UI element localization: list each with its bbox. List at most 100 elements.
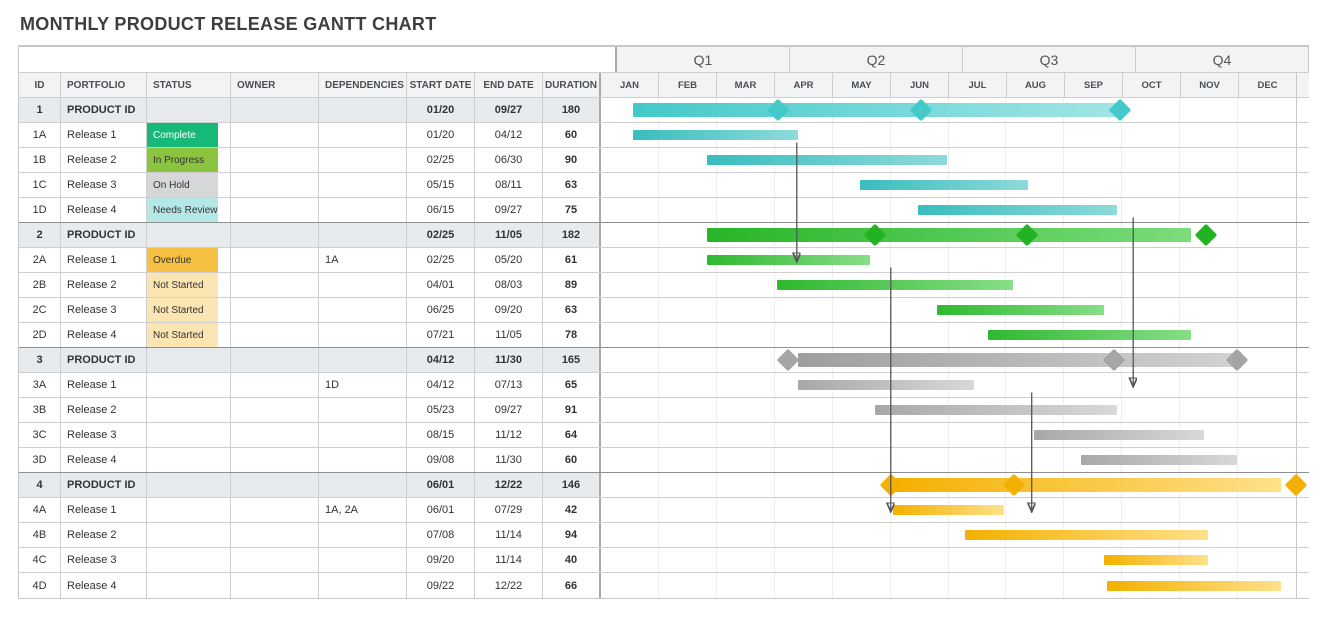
col-portfolio[interactable]: PORTFOLIO — [61, 73, 147, 97]
gantt-bar[interactable] — [937, 305, 1103, 315]
timeline-cell — [601, 323, 1297, 347]
cell-start-date: 06/01 — [407, 498, 475, 522]
status-chip[interactable]: Not Started — [147, 298, 218, 322]
gantt-bar[interactable] — [798, 380, 974, 390]
gantt-bar[interactable] — [1104, 555, 1208, 565]
task-row[interactable]: 4DRelease 409/2212/2266 — [19, 573, 1309, 598]
cell-end-date: 11/14 — [475, 548, 543, 572]
cell-duration: 61 — [543, 248, 601, 272]
cell-end-date: 08/11 — [475, 173, 543, 197]
task-row[interactable]: 4ARelease 11A, 2A06/0107/2942 — [19, 498, 1309, 523]
task-row[interactable]: 3DRelease 409/0811/3060 — [19, 448, 1309, 473]
status-chip[interactable]: Not Started — [147, 273, 218, 297]
timeline-cell — [601, 373, 1297, 397]
task-row[interactable]: 1DRelease 4Needs Review06/1509/2775 — [19, 198, 1309, 223]
cell-duration: 63 — [543, 173, 601, 197]
col-start-date[interactable]: START DATE — [407, 73, 475, 97]
task-row[interactable]: 2CRelease 3Not Started06/2509/2063 — [19, 298, 1309, 323]
cell-owner — [231, 373, 319, 397]
cell-portfolio: Release 4 — [61, 448, 147, 472]
gantt-bar[interactable] — [965, 530, 1209, 540]
task-row[interactable]: 3ARelease 11D04/1207/1365 — [19, 373, 1309, 398]
gantt-bar[interactable] — [875, 405, 1117, 415]
gantt-bar[interactable] — [988, 330, 1190, 340]
cell-end-date: 07/13 — [475, 373, 543, 397]
task-row[interactable]: 1ARelease 1Complete01/2004/1260 — [19, 123, 1309, 148]
cell-portfolio: Release 2 — [61, 148, 147, 172]
cell-id: 3C — [19, 423, 61, 447]
cell-end-date: 04/12 — [475, 123, 543, 147]
task-row[interactable]: 1BRelease 2In Progress02/2506/3090 — [19, 148, 1309, 173]
status-chip[interactable]: Not Started — [147, 323, 218, 347]
month-jun: JUN — [891, 73, 949, 97]
col-dependencies[interactable]: DEPENDENCIES — [319, 73, 407, 97]
cell-duration: 66 — [543, 573, 601, 598]
cell-owner — [231, 498, 319, 522]
col-owner[interactable]: OWNER — [231, 73, 319, 97]
gantt-sheet: Q1 Q2 Q3 Q4 ID PORTFOLIO STATUS OWNER DE… — [18, 45, 1309, 599]
gantt-bar[interactable] — [1034, 430, 1204, 440]
cell-start-date: 07/21 — [407, 323, 475, 347]
gantt-bar[interactable] — [707, 228, 1191, 242]
gantt-bar[interactable] — [777, 280, 1013, 290]
gantt-bar[interactable] — [1107, 581, 1280, 591]
cell-portfolio: Release 1 — [61, 498, 147, 522]
gantt-bar[interactable] — [893, 505, 1004, 515]
timeline-cell — [601, 548, 1297, 572]
gantt-bar[interactable] — [860, 180, 1028, 190]
task-row[interactable]: 1CRelease 3On Hold05/1508/1163 — [19, 173, 1309, 198]
timeline-cell — [601, 448, 1297, 472]
gantt-bar[interactable] — [633, 103, 1117, 117]
gantt-bar[interactable] — [633, 130, 798, 140]
status-chip[interactable]: Overdue — [147, 248, 218, 272]
gantt-bar[interactable] — [893, 478, 1281, 492]
status-chip[interactable]: On Hold — [147, 173, 218, 197]
cell-id: 2 — [19, 223, 61, 247]
product-row[interactable]: 4PRODUCT ID06/0112/22146 — [19, 473, 1309, 498]
task-row[interactable]: 4BRelease 207/0811/1494 — [19, 523, 1309, 548]
cell-end-date: 11/12 — [475, 423, 543, 447]
col-duration[interactable]: DURATION — [543, 73, 601, 97]
task-row[interactable]: 3CRelease 308/1511/1264 — [19, 423, 1309, 448]
cell-dependencies — [319, 523, 407, 547]
status-chip[interactable]: Needs Review — [147, 198, 218, 222]
gantt-bar[interactable] — [707, 255, 869, 265]
cell-start-date: 06/15 — [407, 198, 475, 222]
status-chip[interactable]: Complete — [147, 123, 218, 147]
status-chip[interactable]: In Progress — [147, 148, 218, 172]
product-row[interactable]: 3PRODUCT ID04/1211/30165 — [19, 348, 1309, 373]
cell-portfolio: Release 3 — [61, 298, 147, 322]
month-may: MAY — [833, 73, 891, 97]
cell-duration: 89 — [543, 273, 601, 297]
cell-start-date: 02/25 — [407, 248, 475, 272]
cell-start-date: 05/23 — [407, 398, 475, 422]
quarter-q1: Q1 — [617, 47, 790, 72]
col-status[interactable]: STATUS — [147, 73, 231, 97]
task-row[interactable]: 4CRelease 309/2011/1440 — [19, 548, 1309, 573]
task-row[interactable]: 2BRelease 2Not Started04/0108/0389 — [19, 273, 1309, 298]
cell-start-date: 04/01 — [407, 273, 475, 297]
cell-status — [147, 498, 231, 522]
product-row[interactable]: 2PRODUCT ID02/2511/05182 — [19, 223, 1309, 248]
cell-start-date: 09/22 — [407, 573, 475, 598]
timeline-cell — [601, 173, 1297, 197]
product-row[interactable]: 1PRODUCT ID01/2009/27180 — [19, 98, 1309, 123]
gantt-bar[interactable] — [707, 155, 947, 165]
task-row[interactable]: 2ARelease 1Overdue1A02/2505/2061 — [19, 248, 1309, 273]
cell-start-date: 02/25 — [407, 148, 475, 172]
cell-dependencies — [319, 173, 407, 197]
gantt-bar[interactable] — [798, 353, 1237, 367]
cell-duration: 165 — [543, 348, 601, 372]
cell-status: Overdue — [147, 248, 231, 272]
timeline-cell — [601, 523, 1297, 547]
cell-portfolio: PRODUCT ID — [61, 98, 147, 122]
task-row[interactable]: 2DRelease 4Not Started07/2111/0578 — [19, 323, 1309, 348]
col-end-date[interactable]: END DATE — [475, 73, 543, 97]
cell-dependencies — [319, 548, 407, 572]
cell-owner — [231, 398, 319, 422]
task-row[interactable]: 3BRelease 205/2309/2791 — [19, 398, 1309, 423]
col-id[interactable]: ID — [19, 73, 61, 97]
cell-id: 2B — [19, 273, 61, 297]
gantt-bar[interactable] — [918, 205, 1117, 215]
gantt-bar[interactable] — [1081, 455, 1238, 465]
